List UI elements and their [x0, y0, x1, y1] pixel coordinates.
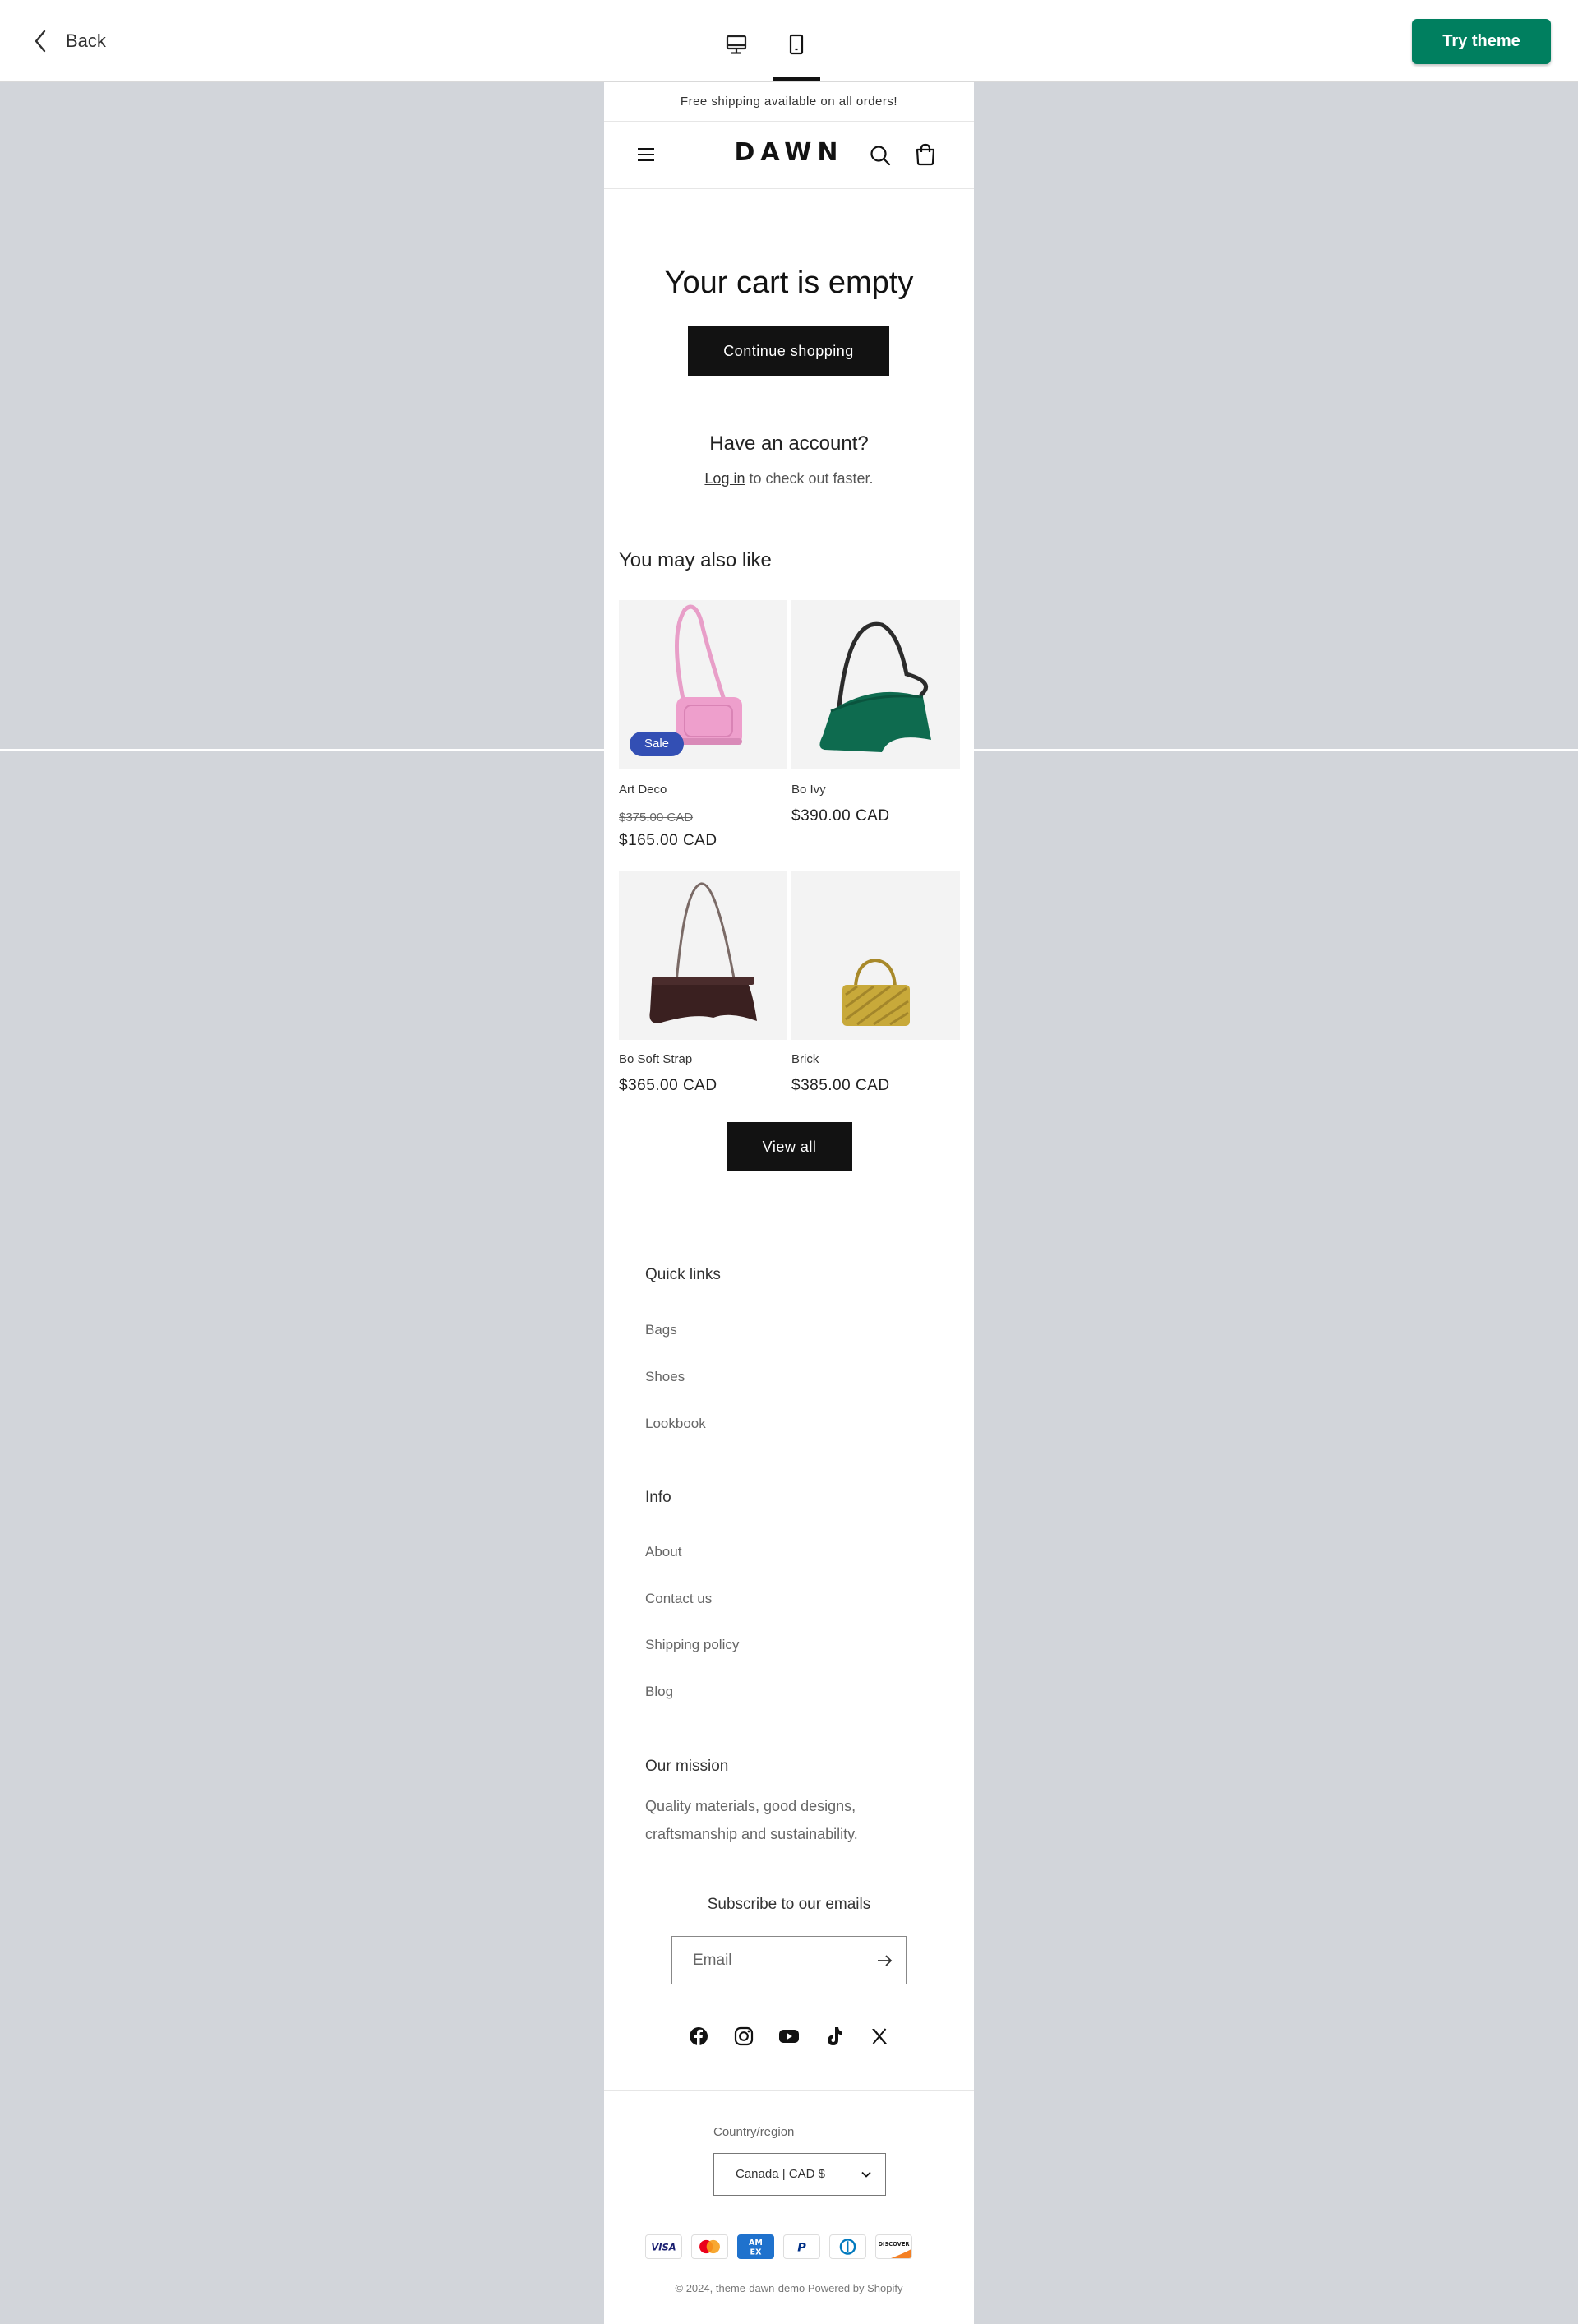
email-input[interactable]	[672, 1937, 861, 1984]
country-value: Canada | CAD $	[736, 2167, 825, 2181]
account-title: Have an account?	[709, 432, 869, 455]
product-price: $365.00 CAD	[619, 1077, 717, 1094]
product-image-bo-ivy[interactable]	[791, 600, 960, 769]
diners-icon	[829, 2234, 866, 2259]
chevron-left-icon	[35, 30, 46, 53]
green-bag-image	[819, 621, 931, 752]
product-price: $165.00 CAD	[619, 832, 717, 849]
tiktok-icon[interactable]	[822, 2024, 847, 2049]
svg-text:P: P	[797, 2242, 806, 2255]
footer-link-shoes[interactable]: Shoes	[645, 1369, 685, 1385]
mobile-view-button[interactable]	[773, 16, 820, 81]
product-name[interactable]: Bo Soft Strap	[619, 1052, 692, 1066]
youtube-icon[interactable]	[777, 2024, 801, 2049]
desktop-icon	[726, 35, 747, 54]
continue-shopping-button[interactable]: Continue shopping	[688, 326, 889, 376]
product-name[interactable]: Art Deco	[619, 783, 667, 797]
product-price: $390.00 CAD	[791, 807, 890, 825]
login-link[interactable]: Log in	[704, 470, 745, 487]
quick-links-title: Quick links	[645, 1266, 721, 1283]
back-button[interactable]: Back	[33, 25, 106, 58]
cart-empty-title: Your cart is empty	[664, 266, 914, 300]
search-icon[interactable]	[867, 142, 893, 169]
country-label: Country/region	[713, 2125, 795, 2139]
announcement-bar: Free shipping available on all orders!	[604, 82, 974, 122]
product-image-art-deco[interactable]: Sale	[619, 600, 787, 769]
footer-link-about[interactable]: About	[645, 1544, 681, 1560]
footer-link-contact[interactable]: Contact us	[645, 1591, 712, 1607]
country-select[interactable]: Canada | CAD $	[713, 2153, 886, 2196]
copyright-text: © 2024, theme-dawn-demo Powered by Shopi…	[675, 2282, 903, 2294]
login-prompt-text: to check out faster.	[745, 470, 874, 487]
svg-text:EX: EX	[750, 2248, 763, 2257]
arrow-right-icon[interactable]	[874, 1950, 895, 1971]
chevron-down-icon	[861, 2171, 871, 2178]
preview-toolbar: Back Try theme	[0, 0, 1578, 82]
facebook-icon[interactable]	[686, 2024, 711, 2049]
product-price: $385.00 CAD	[791, 1077, 890, 1094]
paypal-icon: P	[783, 2234, 820, 2259]
mission-text: Quality materials, good designs, craftsm…	[645, 1798, 858, 1842]
login-prompt: Log in to check out faster.	[604, 470, 974, 487]
back-label: Back	[66, 30, 106, 51]
brown-bag-image	[649, 882, 757, 1023]
mastercard-icon	[691, 2234, 728, 2259]
footer-link-blog[interactable]: Blog	[645, 1684, 673, 1700]
footer-link-bags[interactable]: Bags	[645, 1322, 677, 1338]
amex-icon: AM EX	[737, 2234, 774, 2259]
footer-link-shipping[interactable]: Shipping policy	[645, 1637, 739, 1653]
svg-text:AM: AM	[749, 2239, 763, 2248]
mission-title: Our mission	[645, 1758, 729, 1775]
product-name[interactable]: Bo Ivy	[791, 783, 826, 797]
info-title: Info	[645, 1489, 671, 1506]
footer-link-lookbook[interactable]: Lookbook	[645, 1416, 706, 1432]
mobile-icon	[789, 34, 804, 55]
product-name[interactable]: Brick	[791, 1052, 819, 1066]
discover-icon: DISCOVER	[875, 2234, 912, 2259]
x-icon[interactable]	[867, 2024, 892, 2049]
product-compare-price: $375.00 CAD	[619, 811, 694, 825]
mobile-preview-frame: Free shipping available on all orders! D…	[604, 82, 974, 2324]
svg-text:VISA: VISA	[651, 2241, 676, 2252]
newsletter-form	[671, 1936, 907, 1984]
product-image-brick[interactable]	[791, 871, 960, 1040]
view-all-button[interactable]: View all	[727, 1122, 852, 1171]
footer-divider	[604, 2090, 974, 2091]
sale-badge: Sale	[630, 732, 684, 756]
yellow-bag-image	[842, 958, 910, 1026]
store-header: DAWN	[604, 122, 974, 189]
desktop-view-button[interactable]	[713, 16, 760, 81]
instagram-icon[interactable]	[731, 2024, 756, 2049]
product-image-bo-soft-strap[interactable]	[619, 871, 787, 1040]
recommendations-title: You may also like	[619, 549, 772, 571]
try-theme-button[interactable]: Try theme	[1412, 19, 1551, 64]
svg-text:DISCOVER: DISCOVER	[878, 2241, 909, 2248]
cart-icon[interactable]	[912, 141, 939, 168]
subscribe-title: Subscribe to our emails	[707, 1896, 871, 1913]
visa-icon: VISA	[645, 2234, 682, 2259]
